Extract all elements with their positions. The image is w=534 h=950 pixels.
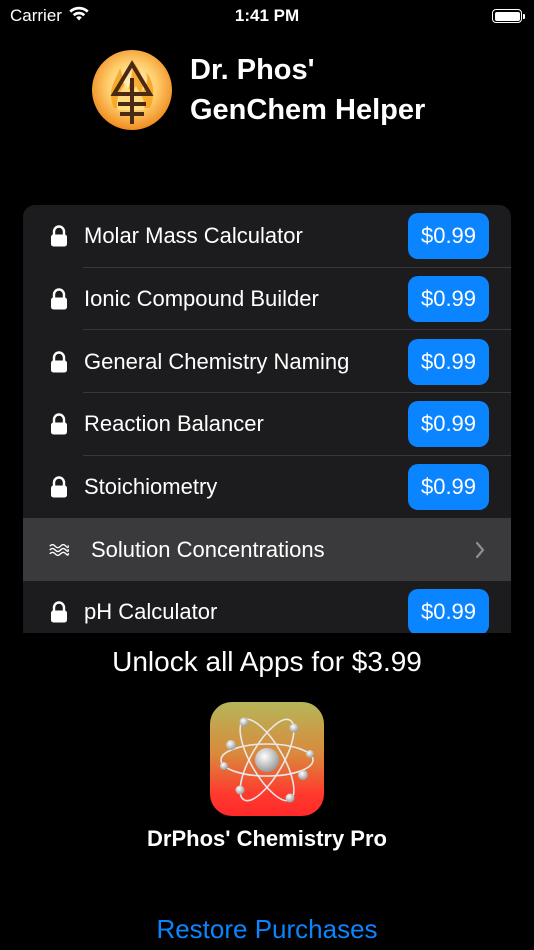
lock-icon bbox=[49, 412, 69, 436]
battery-fill bbox=[494, 11, 520, 21]
list-item-naming[interactable]: General Chemistry Naming $0.99 bbox=[23, 330, 511, 394]
buy-button[interactable]: $0.99 bbox=[408, 338, 489, 385]
chevron-right-icon bbox=[473, 540, 487, 560]
app-title-line1: Dr. Phos' bbox=[190, 54, 315, 86]
buy-button[interactable]: $0.99 bbox=[408, 401, 489, 448]
lock-icon bbox=[49, 350, 69, 374]
app-logo bbox=[92, 50, 172, 130]
lock-icon bbox=[49, 475, 69, 499]
buy-button[interactable]: $0.99 bbox=[408, 276, 489, 323]
list-item-label: pH Calculator bbox=[84, 599, 218, 625]
list-item-label: Molar Mass Calculator bbox=[84, 223, 303, 249]
list-item-label: Reaction Balancer bbox=[84, 411, 264, 437]
list-item-ionic-compound[interactable]: Ionic Compound Builder $0.99 bbox=[23, 268, 511, 331]
buy-button[interactable]: $0.99 bbox=[408, 213, 489, 260]
list-item-stoichiometry[interactable]: Stoichiometry $0.99 bbox=[23, 456, 511, 519]
status-left: Carrier bbox=[10, 6, 90, 27]
lock-icon bbox=[49, 224, 69, 248]
wifi-icon bbox=[68, 6, 90, 27]
list-item-solution-concentrations[interactable]: Solution Concentrations bbox=[23, 518, 511, 582]
list-item-label: General Chemistry Naming bbox=[84, 348, 350, 374]
chemistry-pro-icon[interactable] bbox=[210, 702, 324, 816]
carrier-label: Carrier bbox=[10, 6, 62, 25]
list-item-label: Solution Concentrations bbox=[91, 536, 325, 562]
battery-icon bbox=[492, 9, 525, 23]
lock-icon bbox=[49, 287, 69, 311]
list-item-ph-calculator[interactable]: pH Calculator $0.99 bbox=[23, 581, 511, 633]
restore-purchases-button[interactable]: Restore Purchases bbox=[0, 914, 534, 945]
buy-button[interactable]: $0.99 bbox=[408, 589, 489, 633]
waves-icon bbox=[49, 538, 69, 562]
status-bar: Carrier 1:41 PM bbox=[0, 0, 534, 32]
buy-button[interactable]: $0.99 bbox=[408, 464, 489, 511]
app-title: Dr. Phos' GenChem Helper bbox=[190, 50, 425, 130]
app-header: Dr. Phos' GenChem Helper bbox=[92, 50, 425, 130]
list-item-molar-mass[interactable]: Molar Mass Calculator $0.99 bbox=[23, 205, 511, 268]
list-item-label: Ionic Compound Builder bbox=[84, 286, 319, 312]
app-title-line2: GenChem Helper bbox=[190, 94, 426, 126]
screen: Carrier 1:41 PM Dr. Phos' GenChem Helper… bbox=[0, 0, 534, 950]
unlock-all-label: Unlock all Apps for $3.99 bbox=[112, 646, 422, 677]
list-item-label: Stoichiometry bbox=[84, 474, 218, 500]
chemistry-pro-label: DrPhos' Chemistry Pro bbox=[147, 826, 387, 851]
list-item-reaction-balancer[interactable]: Reaction Balancer $0.99 bbox=[23, 393, 511, 456]
lock-icon bbox=[49, 600, 69, 624]
app-list[interactable]: Molar Mass Calculator $0.99 Ionic Compou… bbox=[23, 205, 511, 633]
